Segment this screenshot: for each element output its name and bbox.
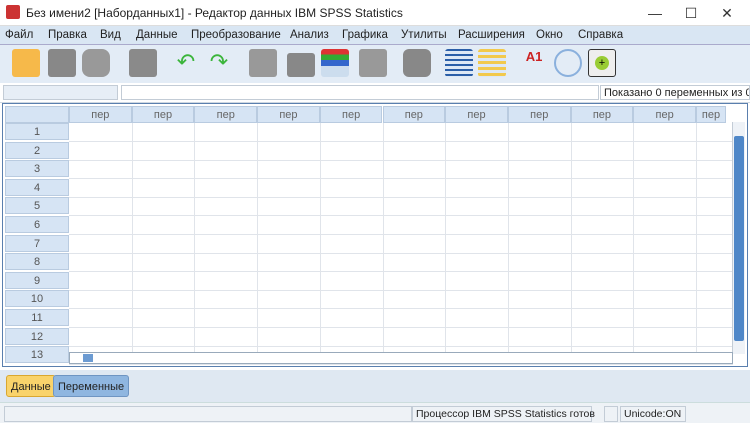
use-sets-icon[interactable] (554, 49, 582, 77)
column-header[interactable]: пер (507, 106, 571, 123)
find-icon[interactable] (403, 49, 431, 77)
row-header[interactable]: 10 (5, 290, 69, 308)
minimize-button[interactable]: — (640, 3, 670, 23)
row-divider (69, 327, 733, 328)
column-divider (445, 123, 447, 353)
tab-data-view[interactable]: Данные (6, 375, 56, 397)
menu-data[interactable]: Данные (136, 29, 178, 41)
row-divider (69, 252, 733, 254)
row-divider (69, 234, 733, 235)
status-bar: Процессор IBM SPSS Statistics готов Unic… (0, 402, 750, 423)
menu-analyze[interactable]: Анализ (290, 29, 329, 41)
column-divider (696, 123, 697, 353)
column-divider (131, 123, 133, 353)
vertical-scroll-thumb[interactable] (734, 136, 744, 341)
goto-variable-icon[interactable] (287, 53, 315, 77)
row-divider (69, 141, 733, 142)
select-cases-icon[interactable] (478, 49, 506, 77)
column-divider (257, 123, 259, 353)
row-header[interactable]: 8 (5, 253, 69, 271)
tab-variable-view[interactable]: Переменные (53, 375, 130, 397)
column-divider (319, 123, 321, 353)
spss-app-icon (6, 5, 20, 19)
row-divider (69, 159, 733, 161)
row-divider (69, 178, 733, 180)
variables-shown-count: Показано 0 переменных из 0 (600, 85, 750, 100)
status-cell-empty (4, 406, 412, 422)
value-labels-icon[interactable]: A1 (520, 49, 548, 77)
redo-icon[interactable]: ↷ (205, 49, 233, 77)
column-divider (507, 123, 509, 353)
maximize-button[interactable]: ☐ (676, 3, 706, 23)
column-header[interactable]: пер (69, 106, 132, 123)
row-header[interactable]: 13 (5, 346, 69, 364)
column-divider (382, 123, 384, 353)
column-header[interactable]: пер (257, 106, 320, 123)
undo-icon[interactable]: ↶ (172, 49, 200, 77)
menu-file[interactable]: Файл (5, 29, 33, 41)
column-header[interactable]: пер (194, 106, 258, 123)
row-divider (69, 364, 733, 366)
open-icon[interactable] (12, 49, 40, 77)
row-header[interactable]: 6 (5, 216, 69, 233)
menu-window[interactable]: Окно (536, 29, 563, 41)
row-divider (69, 196, 733, 198)
title-bar: Без имени2 [Наборданных1] - Редактор дан… (0, 0, 750, 26)
cell-reference-field[interactable] (3, 85, 118, 100)
menu-extensions[interactable]: Расширения (458, 29, 525, 41)
row-header[interactable]: 12 (5, 327, 69, 345)
column-header[interactable]: пер (633, 106, 696, 123)
row-divider (69, 289, 733, 291)
column-header[interactable]: пер (696, 106, 726, 123)
row-header[interactable]: 3 (5, 160, 69, 178)
row-header[interactable]: 5 (5, 197, 69, 215)
processor-status: Процессор IBM SPSS Statistics готов (412, 406, 595, 422)
menu-transform[interactable]: Преобразование (191, 29, 281, 41)
row-divider (69, 215, 733, 217)
column-header[interactable]: пер (570, 106, 634, 123)
close-button[interactable]: ✕ (712, 3, 742, 23)
split-file-icon[interactable] (445, 49, 473, 77)
view-tabs: Данные Переменные (0, 370, 750, 402)
unicode-status: Unicode:ON (620, 406, 686, 422)
goto-case-icon[interactable] (249, 49, 277, 77)
column-header[interactable]: пер (319, 106, 383, 123)
column-divider (633, 123, 635, 353)
menu-edit[interactable]: Правка (48, 29, 87, 41)
menu-bar: Файл Правка Вид Данные Преобразование Ан… (0, 26, 750, 45)
save-icon[interactable] (48, 49, 76, 77)
horizontal-scroll-thumb[interactable] (83, 354, 93, 362)
column-header[interactable]: пер (131, 106, 195, 123)
column-divider (194, 123, 196, 353)
data-grid[interactable]: пер пер пер пер пер пер пер пер пер пер пер 123456… (2, 103, 748, 367)
menu-graphs[interactable]: Графика (342, 29, 388, 41)
column-divider (570, 123, 572, 353)
row-divider (69, 345, 733, 347)
cell-value-input[interactable] (121, 85, 599, 100)
row-divider (69, 308, 733, 310)
variables-icon[interactable] (321, 49, 349, 77)
menu-utilities[interactable]: Утилиты (401, 29, 447, 41)
row-header[interactable]: 9 (5, 271, 69, 289)
menu-help[interactable]: Справка (578, 29, 623, 41)
row-header[interactable]: 4 (5, 178, 69, 196)
horizontal-scrollbar[interactable] (69, 352, 733, 364)
row-header[interactable]: 11 (5, 309, 69, 326)
row-header[interactable]: 1 (5, 123, 69, 140)
custom-dialog-icon[interactable]: + (588, 49, 616, 77)
corner-header[interactable] (5, 106, 69, 123)
row-header[interactable]: 2 (5, 141, 69, 159)
column-header[interactable]: пер (445, 106, 508, 123)
row-header[interactable]: 7 (5, 234, 69, 252)
run-descriptive-icon[interactable] (359, 49, 387, 77)
row-divider (69, 271, 733, 273)
dialog-recall-icon[interactable] (129, 49, 157, 77)
print-icon[interactable] (82, 49, 110, 77)
status-cell-empty (604, 406, 618, 422)
menu-view[interactable]: Вид (100, 29, 121, 41)
window-title: Без имени2 [Наборданных1] - Редактор дан… (26, 6, 403, 20)
column-header[interactable]: пер (382, 106, 446, 123)
